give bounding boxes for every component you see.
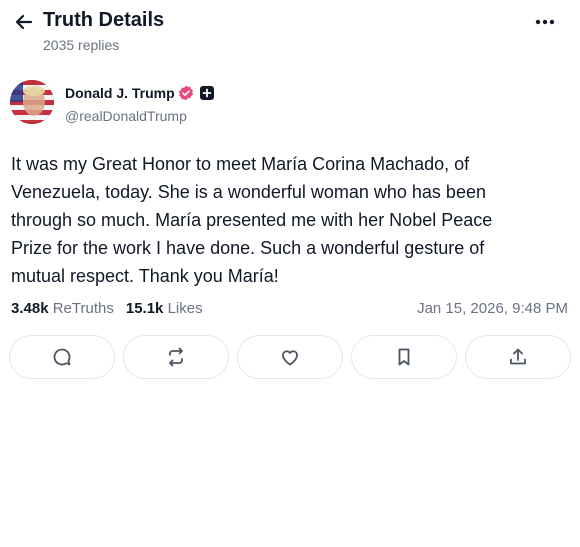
bookmark-icon: [398, 348, 410, 366]
bookmark-button[interactable]: [351, 335, 457, 379]
post-text-line: mutual respect. Thank you María!: [11, 266, 279, 286]
likes-stat[interactable]: 15.1k Likes: [126, 300, 203, 317]
arrow-left-icon: [15, 14, 33, 30]
like-button[interactable]: [237, 335, 343, 379]
share-button[interactable]: [465, 335, 571, 379]
reply-button[interactable]: [9, 335, 115, 379]
author-avatar[interactable]: [10, 80, 54, 124]
heart-icon: [282, 350, 298, 366]
retruths-stat[interactable]: 3.48k ReTruths: [11, 300, 114, 317]
likes-label: Likes: [167, 300, 203, 317]
more-options-button[interactable]: [532, 12, 558, 32]
page-title: Truth Details: [43, 9, 165, 31]
post-stats: 3.48k ReTruths 15.1k Likes: [11, 300, 203, 317]
verified-badge-icon: [179, 85, 193, 101]
action-bar: [9, 335, 572, 379]
retruths-count: 3.48k: [11, 300, 49, 317]
page-header: Truth Details 2035 replies: [0, 0, 580, 62]
share-icon: [510, 348, 526, 365]
replies-count: 2035 replies: [43, 37, 120, 53]
back-button[interactable]: [12, 10, 36, 34]
post-timestamp: Jan 15, 2026, 9:48 PM: [417, 300, 568, 317]
post-text-line: Venezuela, today. She is a wonderful wom…: [11, 182, 486, 202]
retruth-button[interactable]: [123, 335, 229, 379]
more-dots-icon: [535, 19, 555, 25]
retruths-label: ReTruths: [52, 300, 114, 317]
post-text-line: It was my Great Honor to meet María Cori…: [11, 154, 470, 174]
post-text-line: Prize for the work I have done. Such a w…: [11, 238, 485, 258]
author-handle[interactable]: @realDonaldTrump: [65, 108, 187, 124]
post-body: It was my Great Honor to meet María Cori…: [11, 150, 531, 290]
likes-count: 15.1k: [125, 300, 164, 317]
repost-icon: [169, 347, 183, 367]
author-name[interactable]: Donald J. Trump: [65, 85, 175, 101]
post-text-line: through so much. María presented me with…: [11, 210, 493, 230]
comment-icon: [53, 348, 71, 366]
plus-badge-icon: [200, 86, 214, 100]
